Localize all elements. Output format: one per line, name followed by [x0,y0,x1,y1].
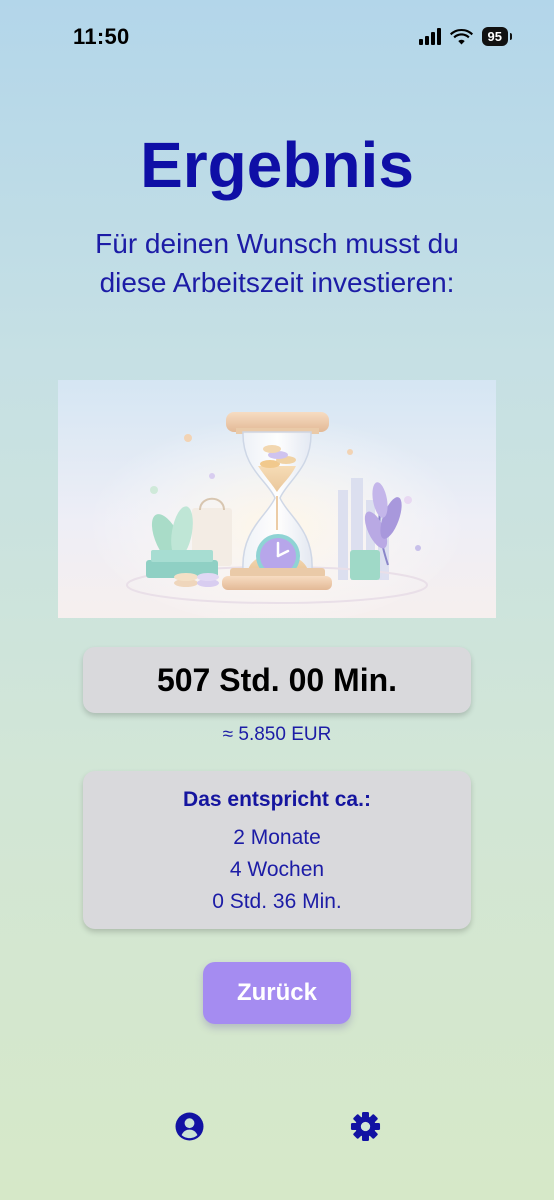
user-circle-icon[interactable] [175,1112,204,1141]
battery-icon: 95 [481,27,513,46]
bottom-navigation [0,1110,554,1142]
wifi-icon [449,29,473,45]
cellular-signal-icon [418,28,441,45]
settings-button[interactable] [349,1110,381,1142]
back-button[interactable]: Zurück [203,962,351,1024]
page-subtitle: Für deinen Wunsch musst du diese Arbeits… [95,228,459,298]
profile-button[interactable] [173,1110,205,1142]
system-icons: 95 [418,27,513,46]
equivalent-card: Das entspricht ca.: 2 Monate 4 Wochen 0 … [83,771,471,929]
equivalent-months: 2 Monate [233,826,321,849]
page-title: Ergebnis [140,129,414,201]
equivalent-list: 2 Monate 4 Wochen 0 Std. 36 Min. [83,822,471,918]
gear-icon[interactable] [350,1111,381,1142]
status-bar: 11:50 95 [0,0,554,76]
hero-image [58,380,496,618]
hourglass-illustration-icon [87,405,467,618]
work-time-value: 507 Std. 00 Min. [156,661,398,698]
money-equivalent: ≈ 5.850 EUR [222,724,332,745]
equivalent-weeks: 4 Wochen [229,858,325,881]
result-card: 507 Std. 00 Min. [83,647,471,713]
status-time: 11:50 [73,24,130,49]
equivalent-title: Das entspricht ca.: [183,788,371,811]
equivalent-hours-minutes: 0 Std. 36 Min. [212,890,342,913]
